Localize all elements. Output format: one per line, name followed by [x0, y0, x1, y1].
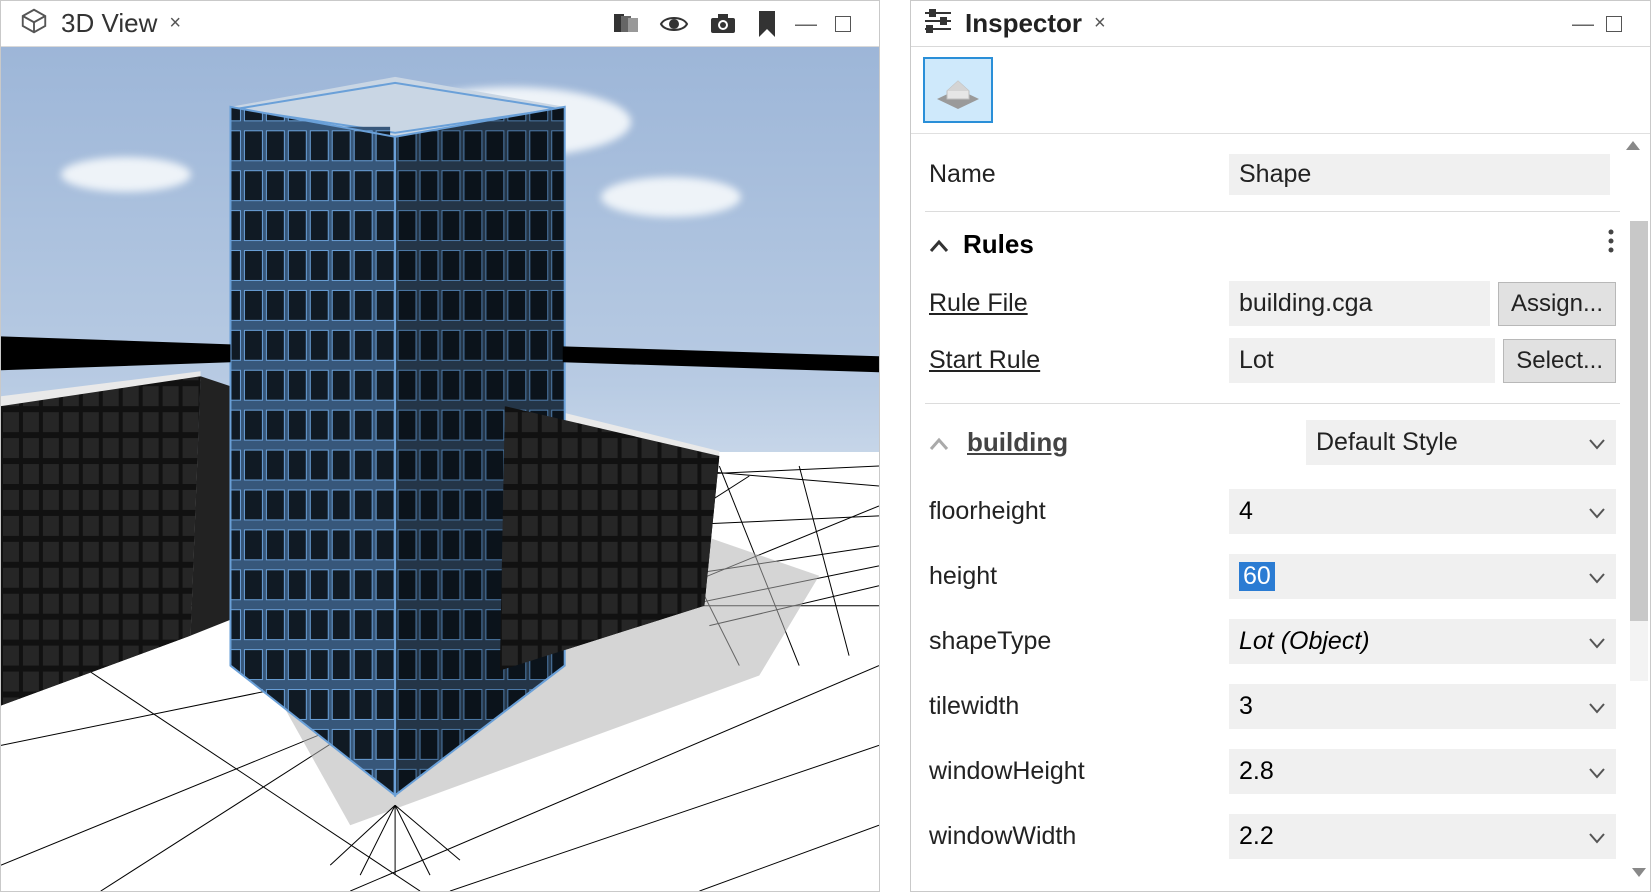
scroll-up-icon[interactable]: [1624, 138, 1642, 157]
attr-row-shapeType: shapeType Lot (Object): [925, 609, 1620, 674]
building-section-title: building: [967, 427, 1068, 458]
inspector-content: Name Shape Rules Rule File building.cga …: [911, 134, 1650, 891]
bookmark-icon[interactable]: [757, 11, 777, 37]
rules-section-header[interactable]: Rules: [925, 214, 1620, 275]
inspector-header: Inspector × —: [911, 1, 1650, 47]
visibility-icon[interactable]: [659, 14, 689, 34]
chevron-down-icon[interactable]: [1588, 562, 1606, 591]
chevron-down-icon[interactable]: [1588, 822, 1606, 851]
attr-row-floorheight: floorheight 4: [925, 479, 1620, 544]
building-section-header[interactable]: building Default Style: [925, 406, 1620, 479]
minimize-icon[interactable]: —: [795, 11, 817, 37]
chevron-down-icon[interactable]: [1588, 692, 1606, 721]
3d-view-header: 3D View × —: [1, 1, 879, 47]
name-input[interactable]: Shape: [1229, 154, 1610, 195]
attr-row-height: height 60: [925, 544, 1620, 609]
rule-file-label[interactable]: Rule File: [929, 289, 1229, 318]
name-row: Name Shape: [925, 142, 1620, 207]
attr-label: windowHeight: [929, 757, 1229, 786]
attr-row-tilewidth: tilewidth 3: [925, 674, 1620, 739]
style-select[interactable]: Default Style: [1306, 420, 1616, 465]
3d-viewport[interactable]: [1, 47, 879, 891]
attr-label: shapeType: [929, 627, 1229, 656]
attr-value-input[interactable]: Lot (Object): [1229, 619, 1616, 664]
attr-value-text: Lot (Object): [1239, 627, 1588, 656]
attr-value-input[interactable]: 2.8: [1229, 749, 1616, 794]
attr-value-text: 60: [1239, 562, 1588, 591]
attr-label: floorheight: [929, 497, 1229, 526]
style-select-value: Default Style: [1316, 428, 1458, 457]
maximize-icon[interactable]: [1606, 16, 1622, 32]
attr-row-windowWidth: windowWidth 2.2: [925, 804, 1620, 869]
chevron-down-icon[interactable]: [929, 229, 949, 260]
name-label: Name: [929, 160, 1229, 189]
chevron-down-icon[interactable]: [1588, 627, 1606, 656]
chevron-down-icon[interactable]: [929, 427, 949, 458]
maximize-icon[interactable]: [835, 16, 851, 32]
attr-label: windowWidth: [929, 822, 1229, 851]
scroll-down-icon[interactable]: [1630, 866, 1648, 885]
rules-section-title: Rules: [963, 229, 1034, 260]
sliders-icon: [923, 8, 953, 39]
start-rule-value[interactable]: Lot: [1229, 338, 1495, 383]
assign-button[interactable]: Assign...: [1498, 282, 1616, 326]
camera-icon[interactable]: [709, 13, 737, 35]
attr-row-windowHeight: windowHeight 2.8: [925, 739, 1620, 804]
inspector-tab-row: [911, 47, 1650, 134]
3d-view-panel: 3D View × —: [0, 0, 880, 892]
attr-value-text: 2.8: [1239, 757, 1588, 786]
chevron-down-icon: [1588, 428, 1606, 457]
start-rule-label[interactable]: Start Rule: [929, 346, 1229, 375]
chevron-down-icon[interactable]: [1588, 757, 1606, 786]
select-button[interactable]: Select...: [1503, 339, 1616, 383]
attr-label: tilewidth: [929, 692, 1229, 721]
attr-value-input[interactable]: 2.2: [1229, 814, 1616, 859]
shape-object-tab[interactable]: [923, 57, 993, 123]
start-rule-row: Start Rule Lot Select...: [925, 332, 1620, 389]
rule-file-value[interactable]: building.cga: [1229, 281, 1490, 326]
attr-value-text: 2.2: [1239, 822, 1588, 851]
attr-value-input[interactable]: 60: [1229, 554, 1616, 599]
close-icon[interactable]: ×: [1094, 12, 1106, 35]
chevron-down-icon[interactable]: [1588, 497, 1606, 526]
rule-file-row: Rule File building.cga Assign...: [925, 275, 1620, 332]
attr-value-input[interactable]: 4: [1229, 489, 1616, 534]
inspector-title: Inspector: [965, 8, 1082, 39]
attr-value-text: 4: [1239, 497, 1588, 526]
inspector-panel: Inspector × — Name Shape Ru: [910, 0, 1651, 892]
layers-icon[interactable]: [611, 12, 639, 36]
attr-value-text: 3: [1239, 692, 1588, 721]
scrollbar-thumb[interactable]: [1630, 221, 1648, 621]
kebab-menu-icon[interactable]: [1606, 228, 1616, 261]
close-icon[interactable]: ×: [169, 12, 181, 35]
minimize-icon[interactable]: —: [1572, 11, 1594, 37]
3d-view-title: 3D View: [61, 8, 157, 39]
attr-label: height: [929, 562, 1229, 591]
attr-value-input[interactable]: 3: [1229, 684, 1616, 729]
cube-icon: [19, 6, 49, 41]
